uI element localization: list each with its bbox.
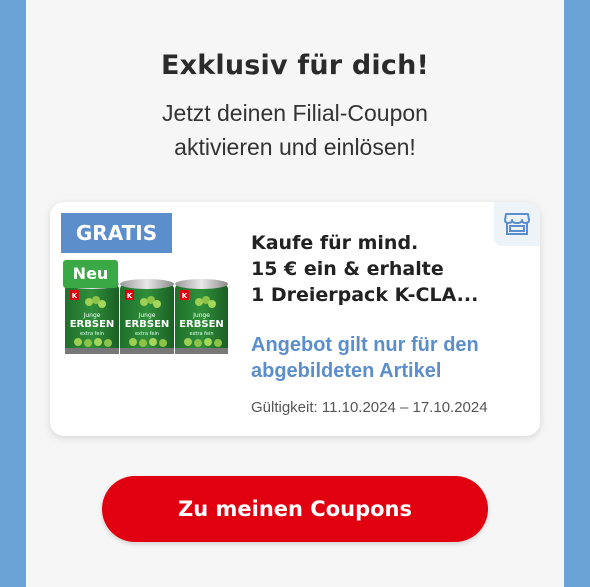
background-right bbox=[564, 0, 590, 587]
product-image: K Junge ERBSEN extra fein K Junge ERBSEN… bbox=[65, 279, 228, 354]
can-text-1: Junge bbox=[138, 312, 156, 319]
offer-note: Angebot gilt nur für den abgebildeten Ar… bbox=[251, 332, 536, 384]
can-text-1: Junge bbox=[83, 312, 101, 319]
gratis-badge: GRATIS bbox=[61, 213, 172, 253]
new-badge: Neu bbox=[63, 260, 118, 288]
can-text-3: extra fein bbox=[189, 331, 213, 337]
offer-title-line-1: Kaufe für mind. bbox=[251, 232, 419, 254]
background-left bbox=[0, 0, 26, 587]
subtitle-line-1: Jetzt deinen Filial-Coupon bbox=[162, 100, 428, 126]
page-title: Exklusiv für dich! bbox=[160, 50, 430, 81]
offer-title-line-2: 15 € ein & erhalte bbox=[251, 258, 444, 280]
validity-period: Gültigkeit: 11.10.2024 – 17.10.2024 bbox=[251, 399, 488, 416]
coupon-panel: Exklusiv für dich! Jetzt deinen Filial-C… bbox=[26, 0, 564, 587]
can-1: K Junge ERBSEN extra fein bbox=[65, 279, 119, 354]
can-text-2: ERBSEN bbox=[125, 319, 170, 330]
offer-title: Kaufe für mind. 15 € ein & erhalte 1 Dre… bbox=[251, 230, 531, 308]
can-text-3: extra fein bbox=[135, 331, 159, 337]
can-brand: K bbox=[72, 292, 78, 300]
can-text-1: Junge bbox=[192, 312, 210, 319]
can-2: K Junge ERBSEN extra fein bbox=[120, 279, 174, 354]
can-brand: K bbox=[127, 292, 133, 300]
subtitle-line-2: aktivieren und einlösen! bbox=[174, 134, 416, 160]
offer-note-line-1: Angebot gilt nur für den bbox=[251, 334, 479, 356]
offer-note-line-2: abgebildeten Artikel bbox=[251, 360, 442, 382]
can-text-2: ERBSEN bbox=[70, 319, 115, 330]
can-text-3: extra fein bbox=[80, 331, 104, 337]
offer-title-line-3: 1 Dreierpack K-CLA... bbox=[251, 284, 479, 306]
can-text-2: ERBSEN bbox=[179, 319, 224, 330]
can-3: K Junge ERBSEN extra fein bbox=[175, 279, 228, 354]
coupon-card[interactable]: GRATIS Neu K Junge ERBSEN extra fein K J… bbox=[50, 202, 540, 436]
my-coupons-button[interactable]: Zu meinen Coupons bbox=[102, 476, 488, 542]
can-brand: K bbox=[182, 292, 188, 300]
subtitle: Jetzt deinen Filial-Coupon aktivieren un… bbox=[26, 96, 564, 164]
